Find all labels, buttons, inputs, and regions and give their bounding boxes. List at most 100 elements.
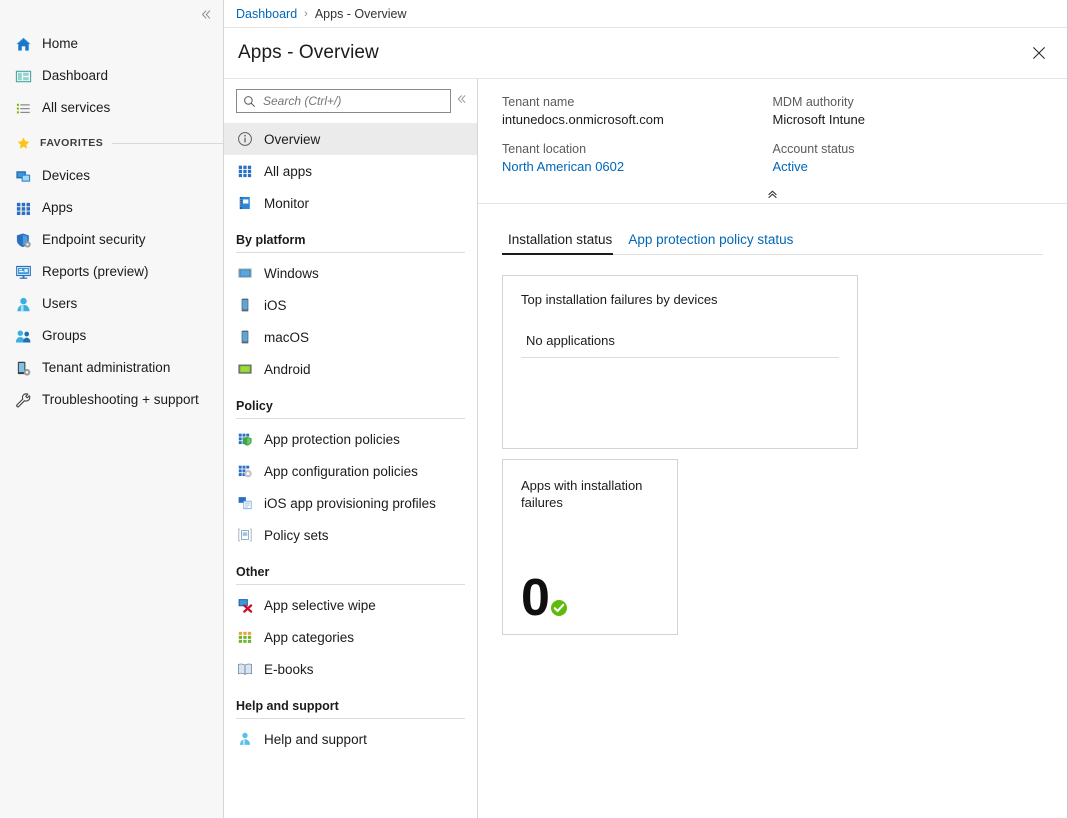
- provisioning-profile-icon: [236, 495, 253, 512]
- blade-menu-item-label: Windows: [264, 266, 319, 281]
- blade-menu-item-label: App protection policies: [264, 432, 400, 447]
- breadcrumb-dashboard-link[interactable]: Dashboard: [236, 7, 297, 21]
- home-icon: [14, 35, 32, 53]
- sidebar-item-label: All services: [42, 101, 110, 115]
- policy-sets-icon: [236, 527, 253, 544]
- sidebar-item-devices[interactable]: Devices: [0, 160, 223, 192]
- menu-group-help-and-support: Help and support: [224, 699, 477, 719]
- menu-group-other: Other: [224, 565, 477, 585]
- close-icon[interactable]: [1025, 39, 1053, 67]
- sidebar-item-all-services[interactable]: All services: [0, 92, 223, 124]
- search-input[interactable]: [263, 94, 444, 108]
- sidebar-item-users[interactable]: Users: [0, 288, 223, 320]
- menu-group-divider: [236, 252, 465, 253]
- blade-menu-item-overview[interactable]: Overview: [224, 123, 477, 155]
- menu-group-title: Help and support: [236, 699, 465, 713]
- monitor-book-icon: [236, 195, 253, 212]
- chevron-double-up-icon: [766, 188, 779, 201]
- blade-menu-item-label: E-books: [264, 662, 314, 677]
- blade-menu-item-label: Policy sets: [264, 528, 329, 543]
- sidebar-item-endpoint-security[interactable]: Endpoint security: [0, 224, 223, 256]
- blade-menu-item-monitor[interactable]: Monitor: [224, 187, 477, 219]
- menu-group-items-help: Help and support: [224, 723, 477, 755]
- menu-group-policy: Policy: [224, 399, 477, 419]
- tenant-location-block: Tenant location North American 0602: [502, 140, 773, 176]
- sidebar-item-tenant-administration[interactable]: Tenant administration: [0, 352, 223, 384]
- blade-menu-item-label: Monitor: [264, 196, 309, 211]
- blade-menu-item-windows[interactable]: Windows: [224, 257, 477, 289]
- menu-group-divider: [236, 418, 465, 419]
- menu-group-divider: [236, 718, 465, 719]
- apps-grid-icon: [236, 163, 253, 180]
- star-icon: [16, 136, 31, 151]
- blade-menu-item-app-configuration-policies[interactable]: App configuration policies: [224, 455, 477, 487]
- blade-menu-item-label: macOS: [264, 330, 309, 345]
- blade-menu-item-label: App categories: [264, 630, 354, 645]
- blade-menu-item-all-apps[interactable]: All apps: [224, 155, 477, 187]
- blade-menu-item-android[interactable]: Android: [224, 353, 477, 385]
- sidebar-item-label: Tenant administration: [42, 361, 170, 375]
- check-circle-icon: [550, 599, 568, 617]
- sidebar-item-home[interactable]: Home: [0, 28, 223, 60]
- tile-metric: 0: [521, 576, 568, 620]
- windows-icon: [236, 265, 253, 282]
- ios-phone-icon: [236, 297, 253, 314]
- sidebar-item-apps[interactable]: Apps: [0, 192, 223, 224]
- blade-menu-item-macos[interactable]: macOS: [224, 321, 477, 353]
- user-icon: [14, 295, 32, 313]
- selective-wipe-icon: [236, 597, 253, 614]
- account-status-value[interactable]: Active: [773, 158, 1044, 176]
- tab-label: Installation status: [508, 232, 612, 247]
- sidebar-item-label: Reports (preview): [42, 265, 149, 279]
- tile-title: Apps with installation failures: [521, 477, 659, 511]
- blade-menu-item-e-books[interactable]: E-books: [224, 653, 477, 685]
- blade-menu-item-app-selective-wipe[interactable]: App selective wipe: [224, 589, 477, 621]
- tab-installation-status[interactable]: Installation status: [502, 232, 622, 254]
- sidebar-item-label: Troubleshooting + support: [42, 393, 199, 407]
- menu-group-title: By platform: [236, 233, 465, 247]
- menu-group-title: Policy: [236, 399, 465, 413]
- global-nav-collapse-button[interactable]: [0, 0, 223, 28]
- apps-with-installation-failures-tile[interactable]: Apps with installation failures 0: [502, 459, 678, 635]
- sidebar-item-troubleshooting-support[interactable]: Troubleshooting + support: [0, 384, 223, 416]
- search-box[interactable]: [236, 89, 451, 113]
- tenant-summary-grid: Tenant name intunedocs.onmicrosoft.com T…: [502, 93, 1043, 187]
- blade-content-area: Tenant name intunedocs.onmicrosoft.com T…: [478, 79, 1067, 818]
- blade-menu-collapse-button[interactable]: [453, 88, 471, 110]
- devices-icon: [14, 167, 32, 185]
- content-tabs: Installation status App protection polic…: [502, 232, 1043, 255]
- blade-menu-item-label: App selective wipe: [264, 598, 376, 613]
- account-status-label: Account status: [773, 140, 1044, 158]
- menu-group-by-platform: By platform: [224, 233, 477, 253]
- blade-menu-item-app-protection-policies[interactable]: App protection policies: [224, 423, 477, 455]
- blade-menu-item-ios[interactable]: iOS: [224, 289, 477, 321]
- sidebar-item-groups[interactable]: Groups: [0, 320, 223, 352]
- tenant-location-value[interactable]: North American 0602: [502, 158, 773, 176]
- blade-menu-item-label: All apps: [264, 164, 312, 179]
- sidebar-item-dashboard[interactable]: Dashboard: [0, 60, 223, 92]
- reports-monitor-icon: [14, 263, 32, 281]
- sidebar-item-reports[interactable]: Reports (preview): [0, 256, 223, 288]
- blade-navigation-menu: Overview: [224, 79, 478, 818]
- card-empty-state: No applications: [521, 333, 839, 358]
- blade-menu-item-policy-sets[interactable]: Policy sets: [224, 519, 477, 551]
- breadcrumb: Dashboard › Apps - Overview: [224, 0, 1067, 28]
- blade-menu-item-help-and-support[interactable]: Help and support: [224, 723, 477, 755]
- menu-group-title: Other: [236, 565, 465, 579]
- wrench-icon: [14, 391, 32, 409]
- tenant-summary-column-left: Tenant name intunedocs.onmicrosoft.com T…: [502, 93, 773, 187]
- sidebar-item-label: Devices: [42, 169, 90, 183]
- sidebar-item-label: Groups: [42, 329, 86, 343]
- chevron-double-left-icon: [456, 93, 468, 105]
- tenant-panel-collapse-button[interactable]: [502, 185, 1043, 203]
- card-title: Top installation failures by devices: [521, 291, 839, 309]
- app-configuration-icon: [236, 463, 253, 480]
- tab-app-protection-policy-status[interactable]: App protection policy status: [622, 232, 803, 254]
- blade-menu-item-ios-app-provisioning-profiles[interactable]: iOS app provisioning profiles: [224, 487, 477, 519]
- menu-group-items-other: App selective wipe: [224, 589, 477, 685]
- blade-menu-item-app-categories[interactable]: App categories: [224, 621, 477, 653]
- sidebar-item-label: Endpoint security: [42, 233, 146, 247]
- tenant-summary-column-right: MDM authority Microsoft Intune Account s…: [773, 93, 1044, 187]
- menu-group-items-policy: App protection policies: [224, 423, 477, 551]
- apps-grid-icon: [14, 199, 32, 217]
